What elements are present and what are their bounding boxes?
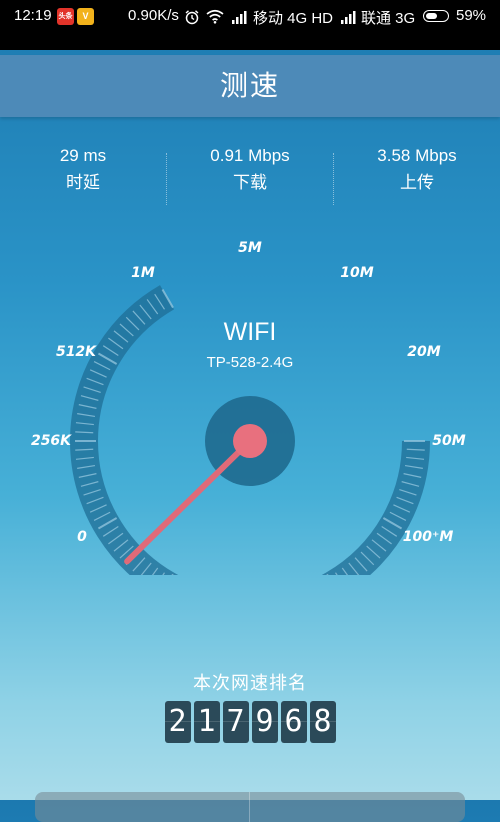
wifi-icon — [206, 9, 224, 24]
scale-label-100m: 100⁺M — [403, 529, 454, 545]
upload-value: 3.58 Mbps — [377, 146, 457, 165]
rank-digit: 2 — [164, 701, 191, 743]
rank-digit: 8 — [309, 701, 336, 743]
status-bar: 12:19 头条 V 0.90K/s 移动 4G HD 联通 3G 59% — [0, 0, 500, 50]
wifi-ssid: TP-528-2.4G — [206, 354, 294, 371]
network-type: WIFI — [223, 318, 277, 346]
page-title: 测速 — [219, 69, 280, 102]
gauge-needle — [124, 438, 253, 565]
scale-label-10m: 10M — [340, 265, 373, 281]
status-time: 12:19 — [14, 7, 52, 24]
scale-label-50m: 50M — [432, 433, 465, 449]
download-label: 下载 — [233, 173, 267, 193]
ranking-label: 本次网速排名 — [193, 673, 307, 694]
battery-icon — [423, 10, 449, 22]
alarm-icon — [185, 10, 199, 25]
rank-digit: 9 — [251, 701, 278, 743]
latency-label: 时延 — [66, 173, 100, 193]
carrier-2: 联通 3G — [361, 10, 416, 27]
news-app-icon: 头条 — [57, 8, 74, 25]
upload-stat: 3.58 Mbps 上传 — [334, 143, 500, 197]
battery-percent: 59% — [456, 7, 487, 24]
carrier-1: 移动 4G HD — [253, 10, 334, 27]
speed-gauge: 0 256K 512K 1M 5M 10M 20M 50M 100⁺M — [31, 240, 466, 575]
rank-digit: 7 — [222, 701, 249, 743]
signal-icon-2 — [341, 11, 356, 24]
download-value: 0.91 Mbps — [210, 146, 290, 165]
upload-label: 上传 — [400, 173, 434, 193]
scale-label-0: 0 — [77, 529, 87, 545]
latency-stat: 29 ms 时延 — [0, 143, 166, 197]
needle-pivot — [233, 424, 267, 458]
download-stat: 0.91 Mbps 下载 — [167, 143, 333, 197]
latency-value: 29 ms — [59, 146, 107, 165]
app-header: 测速 — [0, 55, 500, 117]
rank-digit: 1 — [193, 701, 220, 743]
signal-icon-1 — [232, 11, 247, 24]
network-speed: 0.90K/s — [128, 7, 179, 24]
scale-label-256k: 256K — [31, 433, 72, 449]
scale-label-5m: 5M — [238, 240, 262, 256]
stats-row: 29 ms 时延 0.91 Mbps 下载 3.58 Mbps 上传 — [0, 143, 500, 213]
v-app-icon: V — [77, 8, 94, 25]
scale-label-1m: 1M — [131, 265, 155, 281]
bottom-action-button[interactable] — [35, 792, 465, 822]
rank-digit: 6 — [280, 701, 307, 743]
button-divider — [249, 792, 250, 822]
ranking-counter: 2 1 7 9 6 8 — [0, 701, 500, 743]
